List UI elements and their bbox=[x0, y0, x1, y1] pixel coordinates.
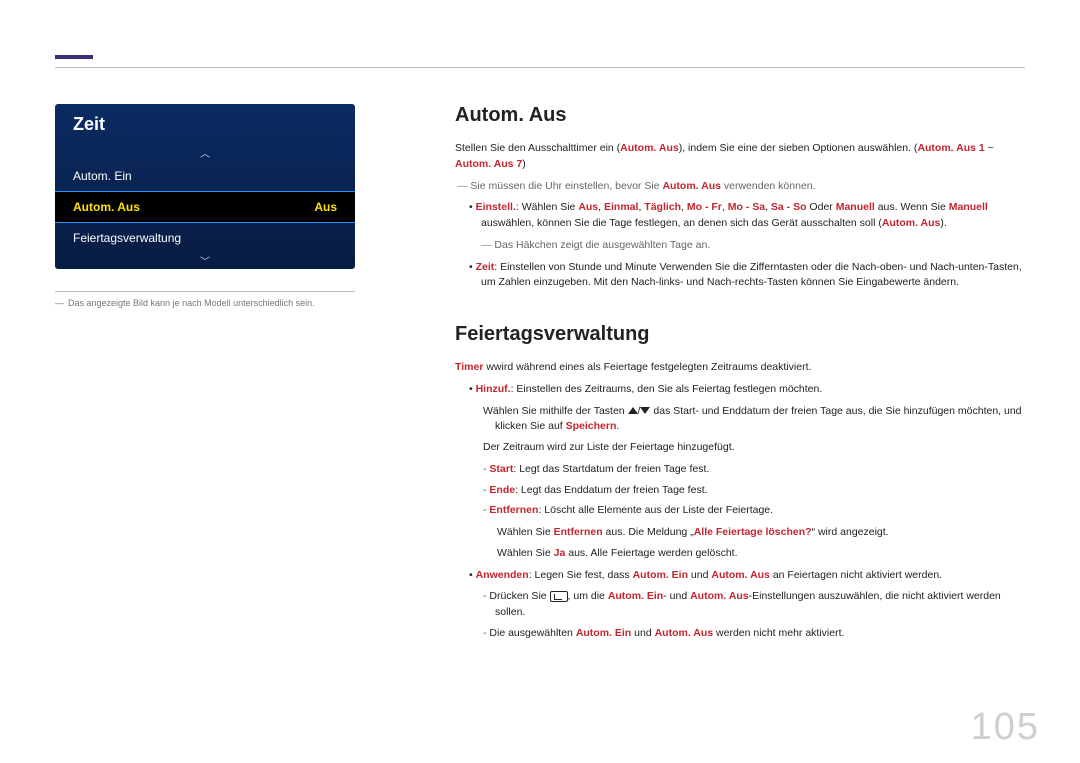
entfernen-line2: Wählen Sie Entfernen aus. Die Meldung „A… bbox=[495, 525, 1025, 541]
dash-start: Start: Legt das Startdatum der freien Ta… bbox=[481, 462, 1025, 478]
hinzuf-line2: Wählen Sie mithilfe der Tasten / das Sta… bbox=[481, 404, 1025, 436]
enter-icon bbox=[550, 591, 568, 602]
feiertag-intro: Timer wwird während eines als Feiertage … bbox=[455, 360, 1025, 376]
clock-requirement: Sie müssen die Uhr einstellen, bevor Sie… bbox=[455, 179, 1025, 195]
autom-aus-intro: Stellen Sie den Ausschalttimer ein (Auto… bbox=[455, 141, 1025, 173]
note-divider bbox=[55, 291, 355, 292]
checkmark-note: Das Häkchen zeigt die ausgewählten Tage … bbox=[479, 238, 1025, 254]
bullet-anwenden: Anwenden: Legen Sie fest, dass Autom. Ei… bbox=[467, 568, 1025, 584]
heading-feiertag: Feiertagsverwaltung bbox=[455, 323, 1025, 346]
bullet-einstell: Einstell.: Wählen Sie Aus, Einmal, Tägli… bbox=[467, 200, 1025, 232]
hinzuf-line3: Der Zeitraum wird zur Liste der Feiertag… bbox=[481, 440, 1025, 456]
dash-entfernen: Entfernen: Löscht alle Elemente aus der … bbox=[481, 503, 1025, 519]
osd-panel: Zeit ︿ Autom. Ein Autom. Aus Aus Feierta… bbox=[55, 104, 355, 269]
top-rule bbox=[55, 67, 1025, 68]
osd-item-value: Aus bbox=[314, 200, 337, 214]
osd-item-autom-aus[interactable]: Autom. Aus Aus bbox=[55, 191, 355, 223]
triangle-up-icon bbox=[628, 407, 638, 414]
heading-autom-aus: Autom. Aus bbox=[455, 104, 1025, 127]
chapter-marker bbox=[55, 55, 93, 59]
chevron-down-icon[interactable]: ﹀ bbox=[55, 253, 355, 269]
chevron-up-icon[interactable]: ︿ bbox=[55, 145, 355, 161]
osd-item-label: Autom. Aus bbox=[73, 200, 140, 214]
bullet-hinzuf: Hinzuf.: Einstellen des Zeitraums, den S… bbox=[467, 382, 1025, 398]
dash-apply-2: Die ausgewählten Autom. Ein und Autom. A… bbox=[481, 626, 1025, 642]
osd-item-autom-ein[interactable]: Autom. Ein bbox=[55, 161, 355, 191]
osd-title: Zeit bbox=[55, 104, 355, 145]
dash-ende: Ende: Legt das Enddatum der freien Tage … bbox=[481, 483, 1025, 499]
image-disclaimer: ―Das angezeigte Bild kann je nach Modell… bbox=[55, 298, 355, 308]
entfernen-line3: Wählen Sie Ja aus. Alle Feiertage werden… bbox=[495, 546, 1025, 562]
page-number: 105 bbox=[971, 706, 1040, 749]
dash-apply-1: Drücken Sie , um die Autom. Ein- und Aut… bbox=[481, 589, 1025, 621]
triangle-down-icon bbox=[640, 407, 650, 414]
osd-item-feiertag[interactable]: Feiertagsverwaltung bbox=[55, 223, 355, 253]
bullet-zeit: Zeit: Einstellen von Stunde und Minute V… bbox=[467, 260, 1025, 292]
